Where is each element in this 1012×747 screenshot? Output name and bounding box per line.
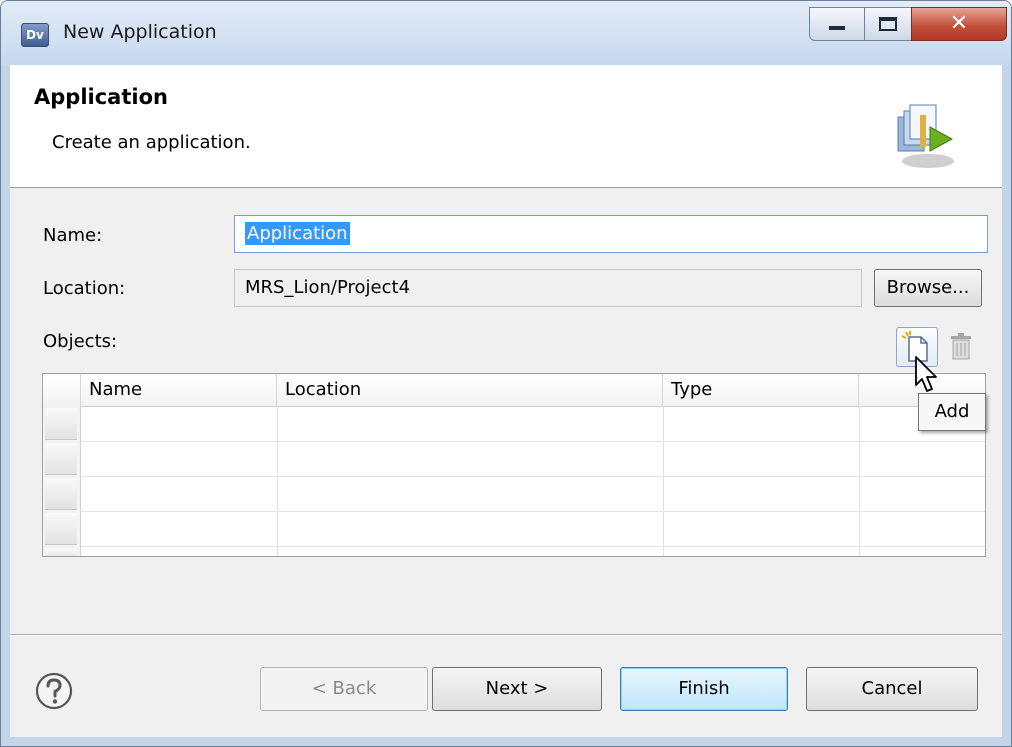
close-button[interactable]: ✕ bbox=[911, 7, 1007, 41]
name-input-selected-text: Application bbox=[245, 222, 350, 245]
footer-separator-highlight bbox=[10, 635, 1002, 636]
maximize-button[interactable] bbox=[864, 7, 912, 41]
new-application-window: Dv New Application ✕ Application Create … bbox=[0, 0, 1012, 747]
row-header[interactable] bbox=[45, 478, 77, 510]
row-divider bbox=[81, 476, 985, 477]
location-label: Location: bbox=[43, 278, 126, 299]
close-icon: ✕ bbox=[949, 11, 969, 36]
cancel-button[interactable]: Cancel bbox=[806, 667, 978, 711]
column-divider bbox=[663, 406, 664, 556]
column-header-location[interactable]: Location bbox=[277, 374, 663, 406]
next-button[interactable]: Next > bbox=[432, 667, 602, 711]
back-button[interactable]: < Back bbox=[260, 667, 428, 711]
page-title: Application bbox=[34, 85, 168, 109]
help-icon[interactable] bbox=[34, 671, 74, 711]
window-title: New Application bbox=[63, 21, 217, 43]
row-divider bbox=[81, 511, 985, 512]
column-divider bbox=[859, 406, 860, 556]
row-header[interactable] bbox=[45, 443, 77, 475]
wizard-banner: Application Create an application. bbox=[10, 65, 1002, 188]
row-divider bbox=[81, 546, 985, 547]
mouse-pointer-icon bbox=[915, 356, 937, 392]
dialog-content: Application Create an application. Name:… bbox=[10, 65, 1002, 737]
row-header[interactable] bbox=[45, 513, 77, 545]
app-icon: Dv bbox=[21, 23, 49, 47]
objects-table[interactable]: Name Location Type bbox=[42, 373, 986, 557]
row-header[interactable] bbox=[45, 408, 77, 440]
minimize-button[interactable] bbox=[809, 7, 865, 41]
table-header: Name Location Type bbox=[43, 374, 985, 407]
row-header[interactable] bbox=[45, 548, 77, 556]
row-header-column bbox=[43, 406, 81, 556]
delete-icon[interactable] bbox=[948, 331, 974, 361]
minimize-icon bbox=[829, 26, 845, 30]
row-header-corner bbox=[43, 374, 81, 406]
row-divider bbox=[81, 441, 985, 442]
application-wizard-icon bbox=[897, 104, 954, 168]
objects-label: Objects: bbox=[43, 331, 118, 352]
browse-button[interactable]: Browse... bbox=[874, 269, 982, 307]
column-divider bbox=[277, 406, 278, 556]
finish-button[interactable]: Finish bbox=[620, 667, 788, 711]
title-bar[interactable]: Dv New Application ✕ bbox=[1, 1, 1011, 65]
location-field: MRS_Lion/Project4 bbox=[234, 269, 862, 307]
column-header-name[interactable]: Name bbox=[81, 374, 277, 406]
column-header-type[interactable]: Type bbox=[663, 374, 859, 406]
maximize-icon bbox=[879, 17, 897, 31]
page-description: Create an application. bbox=[52, 132, 251, 153]
name-label: Name: bbox=[43, 225, 103, 246]
name-input[interactable]: Application bbox=[234, 215, 988, 253]
